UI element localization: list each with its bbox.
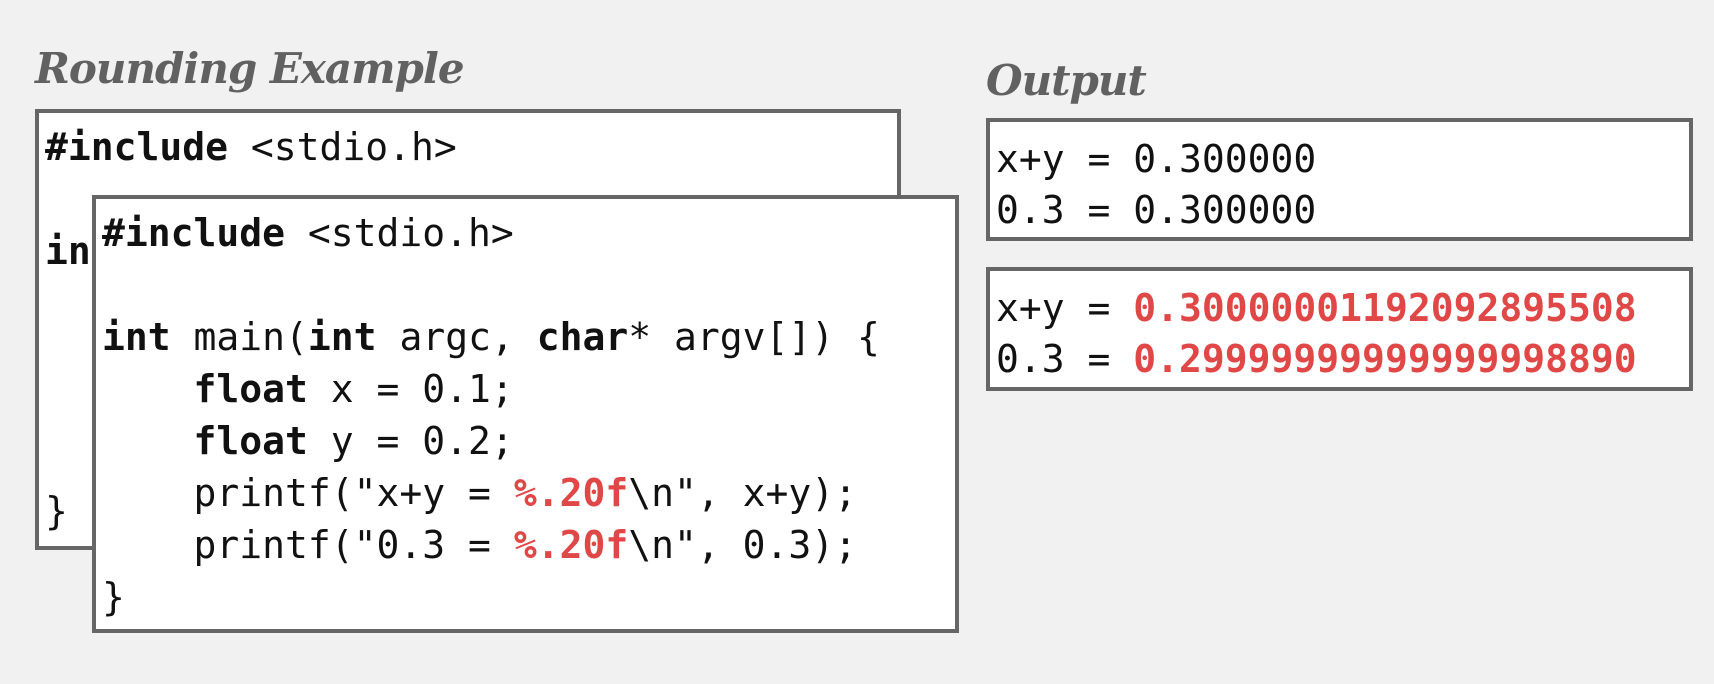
code-text: printf("0.3 = [102, 523, 514, 567]
code-text: <stdio.h> [285, 211, 514, 255]
code-keyword: int [307, 315, 377, 359]
output-value: 0.30000001192092895508 [1133, 286, 1637, 330]
code-keyword: float [193, 419, 308, 463]
code-text: } [102, 575, 125, 619]
code-text: x = 0.1; [307, 367, 514, 411]
output-label: x+y = [996, 286, 1134, 330]
output-label: 0.3 = [996, 188, 1134, 232]
output-value: 0.29999999999999998890 [1133, 337, 1637, 381]
code-text: \n", 0.3); [628, 523, 857, 567]
front-code-box: #include <stdio.h> int main(int argc, ch… [92, 195, 959, 633]
output-box-precise: x+y = 0.30000001192092895508 0.3 = 0.299… [986, 267, 1693, 391]
format-specifier: %.20f [513, 523, 629, 567]
code-keyword: #include [102, 211, 286, 255]
output-label: 0.3 = [996, 337, 1134, 381]
code-keyword: #include [45, 125, 229, 169]
code-text: <stdio.h> [228, 125, 457, 169]
code-text: \n", x+y); [628, 471, 857, 515]
format-specifier: %.20f [513, 471, 629, 515]
rounding-example-title: Rounding Example [35, 44, 465, 93]
code-keyword: in [45, 229, 91, 273]
code-text: * argv[]) { [628, 315, 880, 359]
code-text: y = 0.2; [307, 419, 514, 463]
code-keyword: int [102, 315, 171, 359]
code-text: main( [170, 315, 308, 359]
output-box-default: x+y = 0.300000 0.3 = 0.300000 [986, 118, 1693, 241]
output-label: x+y = [996, 137, 1134, 181]
output-title: Output [986, 56, 1147, 105]
code-text: printf("x+y = [102, 471, 514, 515]
code-text: } [45, 489, 68, 533]
code-keyword: float [193, 367, 308, 411]
code-keyword: char [536, 315, 629, 359]
code-text: argc, [376, 315, 537, 359]
output-value: 0.300000 [1133, 137, 1317, 181]
output-value: 0.300000 [1133, 188, 1317, 232]
